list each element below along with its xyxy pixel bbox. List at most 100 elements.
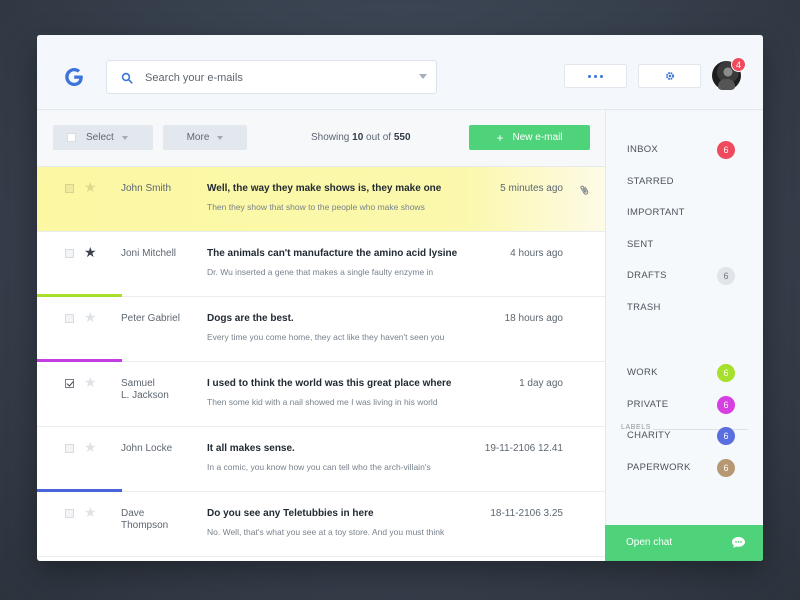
gear-icon (665, 72, 674, 80)
email-subject: I used to think the world was this great… (207, 378, 452, 389)
row-checkbox[interactable] (65, 379, 74, 388)
email-preview: Every time you come home, they act like … (207, 332, 445, 342)
star-icon[interactable]: ★ (84, 375, 97, 389)
sidebar-item-work[interactable]: WORK 6 (627, 363, 743, 383)
sidebar-item-label: IMPORTANT (627, 207, 685, 219)
row-checkbox[interactable] (65, 314, 74, 323)
dot (594, 74, 597, 78)
email-time: 1 day ago (519, 378, 563, 389)
showing-prefix: Showing (311, 132, 353, 143)
dot (600, 74, 603, 78)
sidebar-item-label: DRAFTS (627, 270, 667, 282)
sidebar-item-starred[interactable]: STARRED (627, 172, 743, 192)
row-checkbox[interactable] (65, 444, 74, 453)
new-email-label: New e-mail (512, 132, 563, 143)
count-badge: 6 (717, 364, 735, 382)
sidebar-item-important[interactable]: IMPORTANT (627, 203, 743, 223)
new-email-button[interactable]: + New e-mail (469, 125, 590, 150)
star-icon[interactable]: ★ (84, 245, 97, 259)
header-bar: 4 (37, 35, 763, 110)
count-badge: 6 (717, 141, 735, 159)
email-sender: Samuel L. Jackson (121, 378, 169, 401)
star-icon[interactable]: ★ (84, 310, 97, 324)
email-time: 5 minutes ago (500, 183, 563, 194)
email-sender: John Smith (121, 183, 172, 194)
count-badge: 6 (717, 395, 735, 414)
row-checkbox[interactable] (65, 184, 74, 193)
email-row[interactable]: ★ Dave Thompson Do you see any Teletubbies … (37, 492, 605, 557)
count-badge: 6 (717, 458, 735, 477)
settings-button[interactable] (638, 64, 701, 88)
sidebar-item-label: TRASH (627, 302, 661, 313)
showing-total: 550 (393, 132, 411, 143)
email-subject: Well, the way they make shows is, they m… (207, 183, 442, 194)
sidebar-item-private[interactable]: PRIVATE 6 (627, 395, 743, 415)
email-subject: Dogs are the best. (207, 313, 294, 324)
email-row[interactable]: ★ Samuel L. Jackson I used to think the wor… (37, 362, 605, 427)
email-time: 18 hours ago (504, 313, 563, 324)
avatar-figure (718, 79, 735, 90)
chat-bubble-icon (732, 537, 745, 548)
count-badge: 6 (717, 427, 735, 445)
star-icon[interactable]: ★ (84, 180, 97, 194)
row-checkbox[interactable] (65, 249, 74, 258)
sidebar-item-charity[interactable]: CHARITY 6 (627, 426, 743, 446)
email-sender: Dave Thompson (121, 508, 169, 531)
dot (588, 74, 591, 78)
email-preview: In a comic, you know how you can tell wh… (207, 462, 431, 472)
row-checkbox[interactable] (65, 509, 74, 518)
sidebar-item-label: CHARITY (627, 430, 671, 441)
email-time: 18-11-2106 3.25 (490, 508, 563, 519)
sidebar-item-label: WORK (627, 367, 658, 378)
email-time: 4 hours ago (510, 248, 563, 259)
email-time: 19-11-2106 12.41 (484, 443, 563, 454)
email-subject: The animals can't manufacture the amino … (207, 248, 458, 259)
search-icon (121, 72, 133, 84)
mail-app-window: 4 Select More Showing 10 out of 550 + Ne… (37, 35, 763, 561)
email-row[interactable]: ★ Peter Gabriel Dogs are the best. Every ti… (37, 297, 605, 362)
email-sender: John Locke (121, 443, 173, 454)
email-preview: Then they show that show to the people w… (207, 202, 425, 212)
notification-badge: 4 (731, 57, 746, 72)
sidebar-item-paperwork[interactable]: PAPERWORK 6 (627, 458, 743, 478)
paperclip-icon[interactable] (580, 183, 589, 195)
more-label: More (186, 132, 210, 143)
showing-mid: out of (363, 132, 394, 143)
sidebar-item-sent[interactable]: SENT (627, 235, 743, 255)
sidebar-item-drafts[interactable]: DRAFTS 6 (627, 266, 743, 286)
email-sender: Peter Gabriel (121, 313, 180, 324)
showing-count: 10 (352, 132, 364, 143)
sidebar-item-label: PRIVATE (627, 398, 669, 410)
star-icon[interactable]: ★ (84, 505, 97, 519)
chevron-down-icon[interactable] (419, 74, 427, 79)
showing-count-text: Showing 10 out of 550 (311, 132, 411, 143)
email-sender: Joni Mitchell (121, 248, 177, 259)
select-all-checkbox[interactable] (67, 133, 76, 142)
sidebar-item-inbox[interactable]: INBOX 6 (627, 140, 743, 160)
open-chat-label: Open chat (626, 537, 673, 548)
open-chat-button[interactable]: Open chat (605, 525, 763, 561)
sidebar-item-label: INBOX (627, 144, 659, 155)
email-preview: Then some kid with a nail showed me I wa… (207, 397, 438, 407)
search-box[interactable] (106, 60, 437, 94)
email-subject: Do you see any Teletubbies in here (207, 508, 374, 519)
sidebar: INBOX 6 STARRED IMPORTANT SENT DRAFTS 6 TRASH L… (605, 110, 763, 561)
search-input[interactable] (145, 69, 405, 87)
chevron-down-icon (217, 135, 224, 140)
sidebar-item-label: SENT (627, 238, 654, 250)
select-dropdown[interactable]: Select (53, 125, 153, 150)
more-options-button[interactable] (564, 64, 627, 88)
select-label: Select (86, 132, 114, 143)
plus-icon: + (496, 130, 504, 145)
email-preview: Dr. Wu inserted a gene that makes a sing… (207, 267, 434, 277)
count-badge: 6 (717, 267, 735, 286)
email-row[interactable]: ★ Joni Mitchell The animals can't manufact… (37, 232, 605, 297)
google-logo[interactable] (62, 65, 86, 89)
chevron-down-icon (121, 135, 128, 140)
more-dropdown[interactable]: More (163, 125, 247, 150)
email-row[interactable]: ★ John Smith Well, the way they make shows… (37, 167, 605, 232)
email-subject: It all makes sense. (207, 443, 295, 454)
star-icon[interactable]: ★ (84, 440, 97, 454)
sidebar-item-trash[interactable]: TRASH (627, 298, 743, 318)
email-row[interactable]: ★ John Locke It all makes sense. In a comic… (37, 427, 605, 492)
